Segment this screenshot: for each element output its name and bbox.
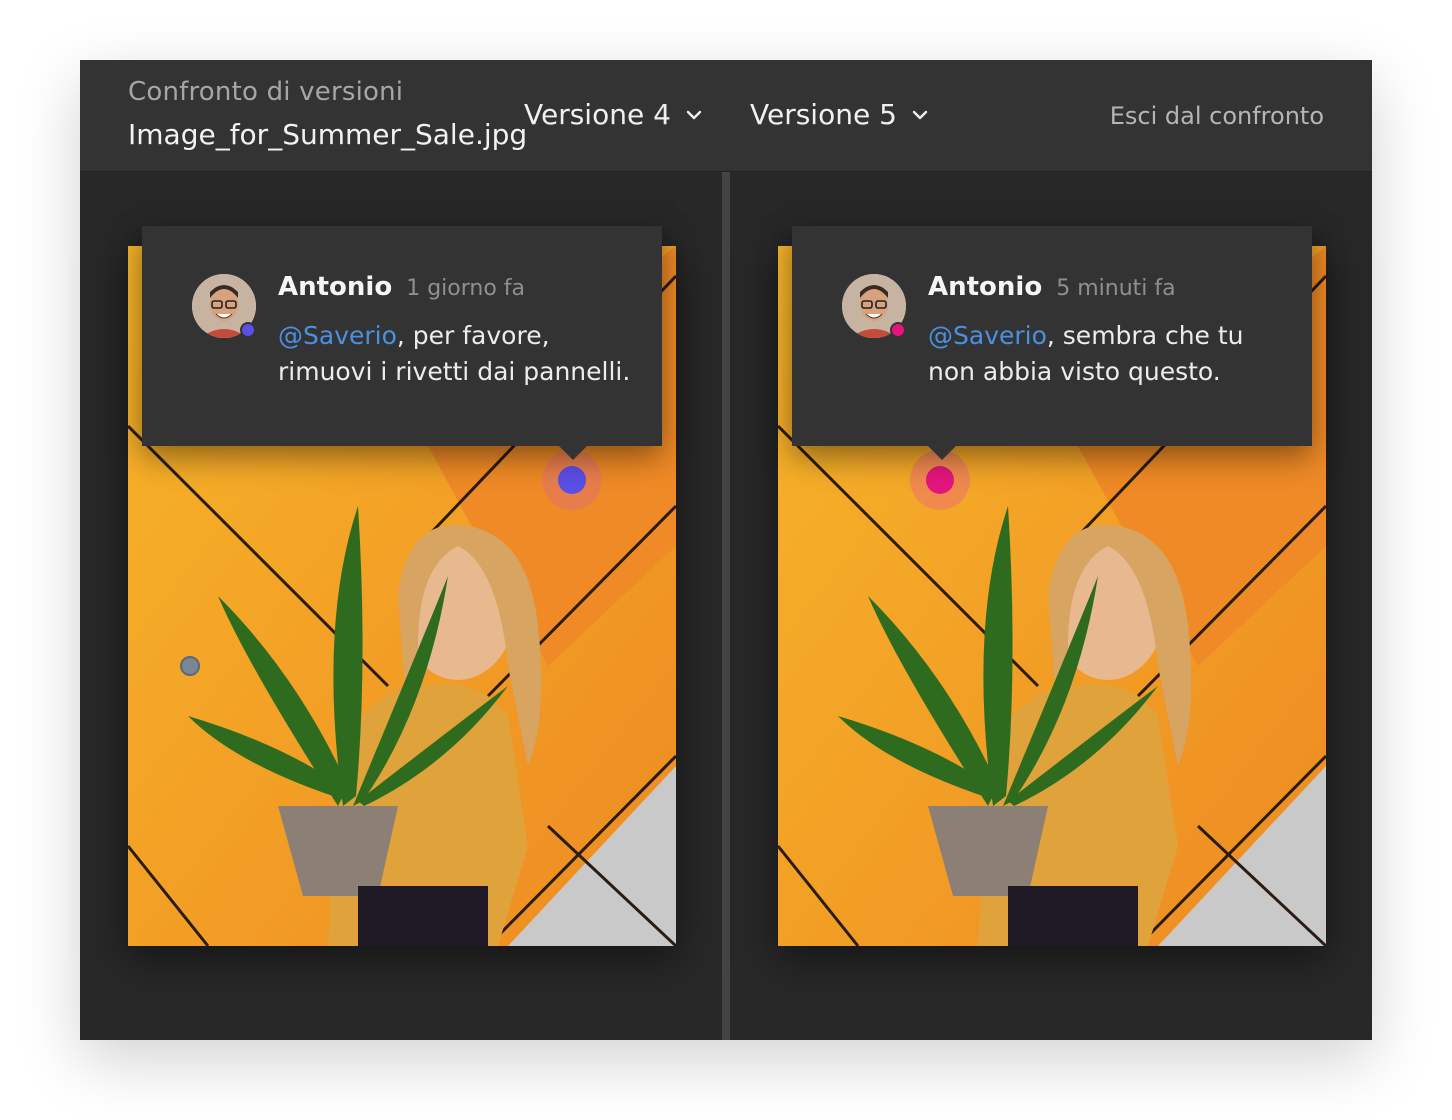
top-bar: Confronto di versioni Image_for_Summer_S… <box>80 60 1372 172</box>
chevron-down-icon <box>686 110 702 119</box>
app-title: Confronto di versioni <box>128 77 404 107</box>
exit-compare-button[interactable]: Esci dal confronto <box>1110 102 1324 130</box>
file-name: Image_for_Summer_Sale.jpg <box>128 118 528 151</box>
comment-author: Antonio <box>278 272 393 302</box>
left-version-label: Versione 4 <box>524 98 671 131</box>
comment-text: @Saverio, sembra che tu non abbia visto … <box>928 318 1298 390</box>
comment-header: Antonio 1 giorno fa <box>278 272 525 302</box>
right-version-dropdown[interactable]: Versione 5 <box>750 98 929 131</box>
mention-link[interactable]: @Saverio <box>928 321 1047 350</box>
comment-text: @Saverio, per favore, rimuovi i rivetti … <box>278 318 648 390</box>
comment-author: Antonio <box>928 272 1043 302</box>
comment-time: 5 minuti fa <box>1056 276 1176 301</box>
comment-time: 1 giorno fa <box>406 276 526 301</box>
title-block: Confronto di versioni Image_for_Summer_S… <box>128 76 527 152</box>
comment-pin-secondary[interactable] <box>180 656 200 676</box>
comment-popover: Antonio 5 minuti fa @Saverio, sembra che… <box>792 226 1312 460</box>
compare-window: Confronto di versioni Image_for_Summer_S… <box>80 60 1372 1040</box>
popover-arrow <box>928 446 956 460</box>
right-version-label: Versione 5 <box>750 98 897 131</box>
right-version-pane: Antonio 5 minuti fa @Saverio, sembra che… <box>730 172 1372 1040</box>
popover-arrow <box>559 446 587 460</box>
presence-indicator <box>890 322 906 338</box>
comment-header: Antonio 5 minuti fa <box>928 272 1176 302</box>
pane-divider[interactable] <box>722 172 730 1040</box>
chevron-down-icon <box>912 110 928 119</box>
left-version-dropdown[interactable]: Versione 4 <box>524 98 703 131</box>
presence-indicator <box>240 322 256 338</box>
comment-popover: Antonio 1 giorno fa @Saverio, per favore… <box>142 226 662 460</box>
left-version-pane: Antonio 1 giorno fa @Saverio, per favore… <box>80 172 722 1040</box>
pin-dot <box>558 466 586 494</box>
mention-link[interactable]: @Saverio <box>278 321 397 350</box>
pin-dot <box>926 466 954 494</box>
